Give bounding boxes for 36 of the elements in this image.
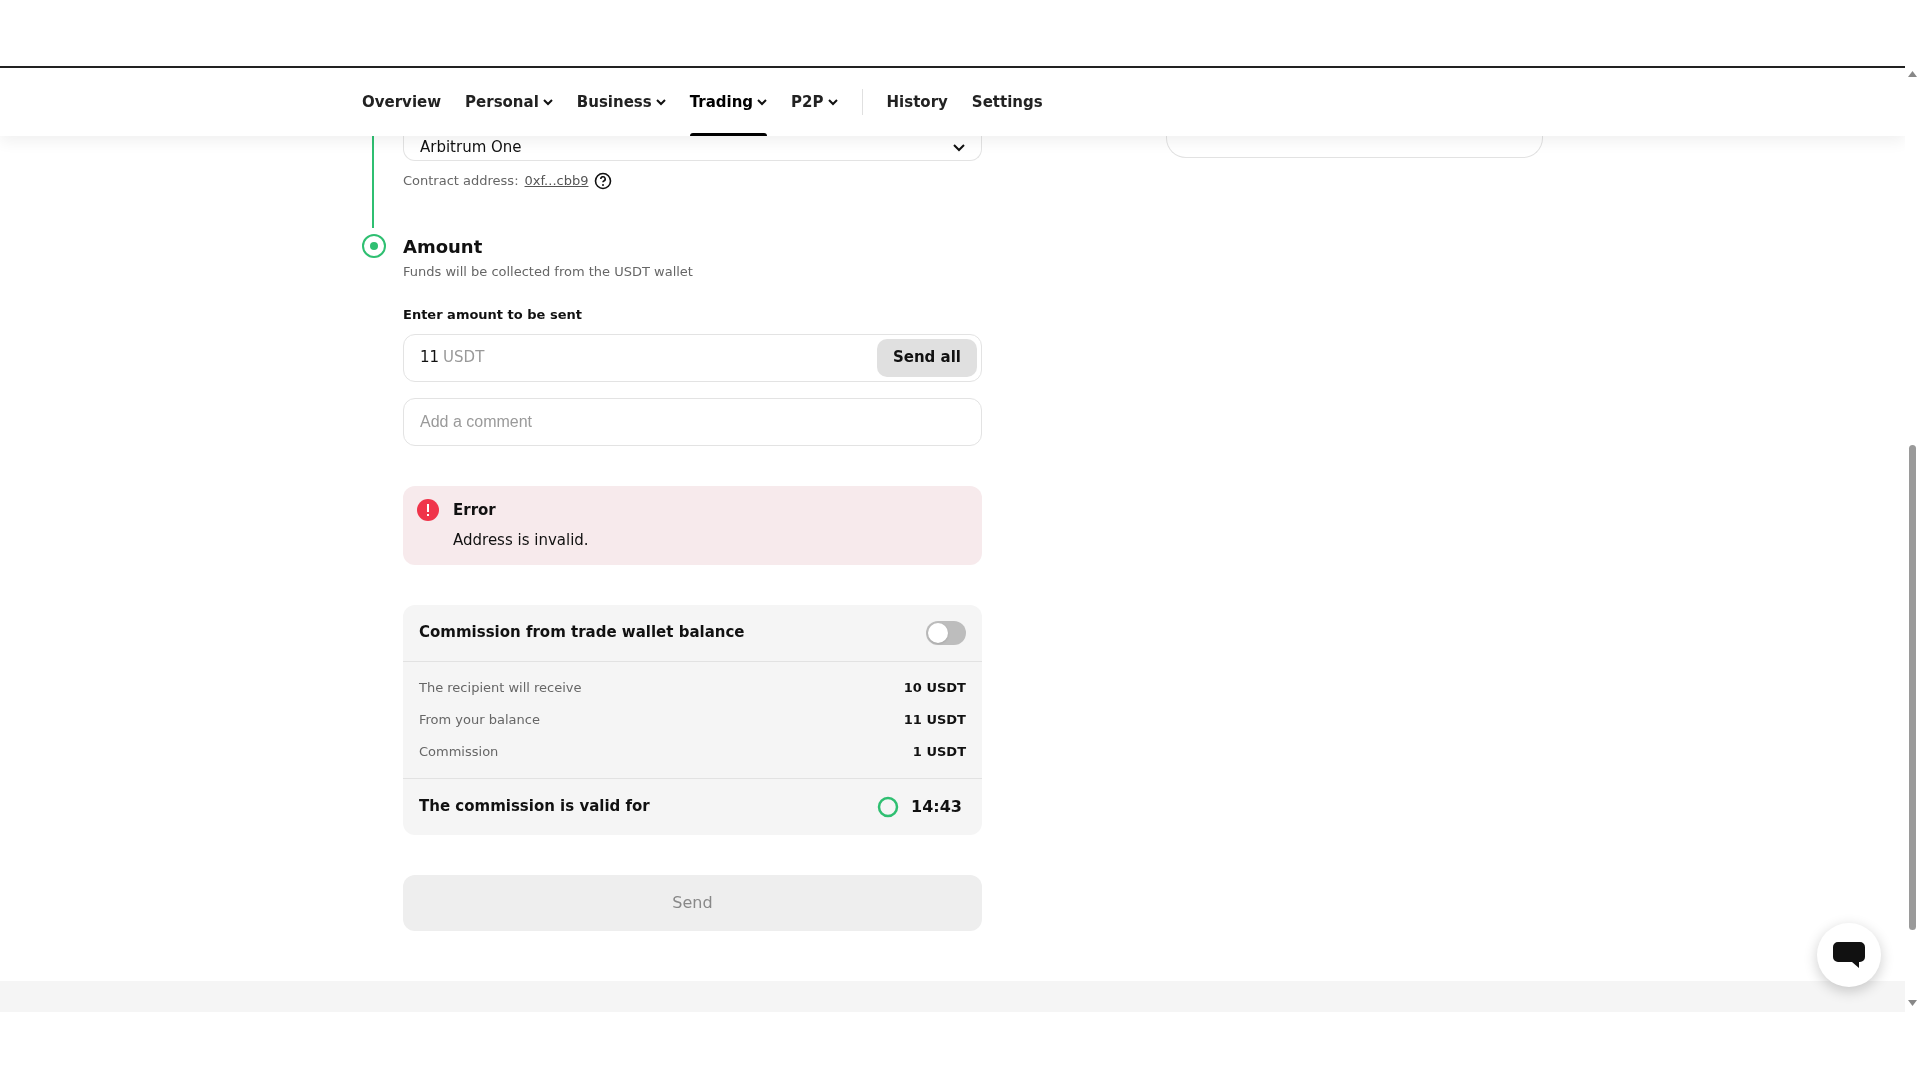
nav-tab[interactable]: Trading [689,68,768,136]
timer-icon [877,795,900,818]
nav-tab[interactable]: Overview [362,68,442,136]
nav-tab[interactable]: Settings [971,68,1043,136]
step-title: Amount [403,234,484,259]
row-value: 11 USDT [903,710,966,729]
error-message: Address is invalid. [453,530,589,551]
amount-field[interactable]: 11 USDT Send all [403,333,982,382]
chat-icon [1832,941,1866,969]
contract-link[interactable]: 0xf...cbb9 [524,171,589,191]
comment-field[interactable]: Add a comment [403,397,982,446]
row-label: Commission [419,742,499,761]
row-value: 1 USDT [912,742,966,761]
send-all-button[interactable]: Send all [876,338,977,377]
contract-label: Contract address: [403,172,519,190]
nav-tab[interactable]: P2P [791,68,838,136]
help-icon[interactable] [594,171,613,190]
nav-tab[interactable]: Personal [465,68,553,136]
validity-time: 14:43 [911,795,962,818]
chevron-down-icon [953,143,965,152]
scroll-thumb[interactable] [1909,445,1916,930]
step-subtitle: Funds will be collected from the USDT wallet [403,262,694,281]
commission-title: Commission from trade wallet balance [419,622,745,644]
error-icon [417,498,439,521]
scroll-down-icon[interactable] [1908,1000,1917,1006]
scroll-up-icon[interactable] [1908,71,1917,77]
validity-label: The commission is valid for [419,796,651,818]
commission-toggle[interactable] [926,620,966,645]
row-label: From your balance [419,710,540,729]
amount-label: Enter amount to be sent [403,306,583,324]
nav-tab[interactable]: Business [576,68,666,136]
nav-tab[interactable]: History [886,68,948,136]
row-value: 10 USDT [903,678,966,697]
network-select[interactable]: Arbitrum One [403,135,982,161]
row-label: The recipient will receive [419,678,582,697]
error-title: Error [453,499,497,521]
